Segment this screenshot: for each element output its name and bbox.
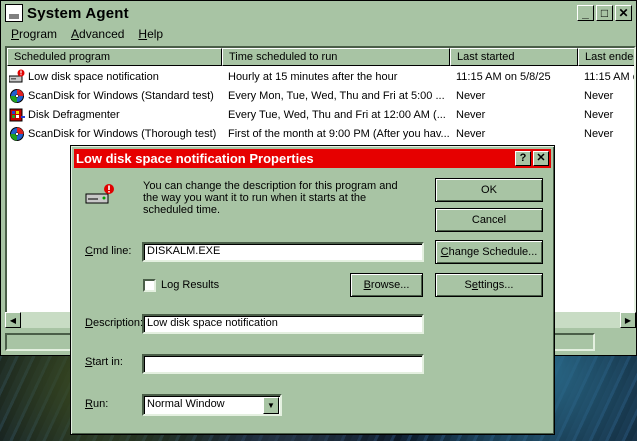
row-program-cell: Disk Defragmenter bbox=[7, 107, 222, 123]
column-last-started[interactable]: Last started bbox=[450, 48, 578, 66]
start-in-input[interactable] bbox=[142, 354, 424, 374]
menu-bar: Program Advanced Help bbox=[3, 24, 634, 44]
row-program-cell: ScanDisk for Windows (Thorough test) bbox=[7, 126, 222, 142]
minimize-button[interactable]: _ bbox=[577, 5, 594, 21]
row-cell: 11:15 AM o bbox=[584, 70, 636, 83]
cmd-line-label: Cmd line: bbox=[85, 245, 132, 257]
row-program-name: ScanDisk for Windows (Standard test) bbox=[28, 89, 214, 102]
row-cell: Never bbox=[456, 89, 486, 102]
scroll-left-button[interactable]: ◀ bbox=[5, 312, 21, 328]
dialog-title: Low disk space notification Properties bbox=[76, 151, 314, 166]
list-rows: Low disk space notification Hourly at 15 … bbox=[7, 67, 636, 143]
run-label: Run: bbox=[85, 398, 109, 410]
table-row[interactable]: Disk Defragmenter Every Tue, Wed, Thu and… bbox=[7, 105, 634, 124]
ok-button[interactable]: OK bbox=[435, 178, 543, 202]
menu-advanced[interactable]: Advanced bbox=[63, 27, 130, 41]
browse-button[interactable]: Browse... bbox=[350, 273, 423, 297]
row-cell: Never bbox=[456, 108, 486, 121]
menu-program[interactable]: Program bbox=[3, 27, 63, 41]
chevron-down-icon[interactable]: ▼ bbox=[263, 397, 279, 414]
row-cell: Every Mon, Tue, Wed, Thu and Fri at 5:00… bbox=[228, 89, 445, 102]
help-button[interactable]: ? bbox=[515, 151, 531, 166]
cancel-button[interactable]: Cancel bbox=[435, 208, 543, 232]
table-row[interactable]: ScanDisk for Windows (Thorough test) Firs… bbox=[7, 124, 634, 143]
window-title: System Agent bbox=[27, 4, 129, 22]
scroll-right-button[interactable]: ▶ bbox=[620, 312, 636, 328]
title-bar[interactable]: System Agent _ □ ✕ bbox=[3, 3, 634, 23]
change-schedule-button[interactable]: Change Schedule... bbox=[435, 240, 543, 264]
close-button[interactable]: ✕ bbox=[615, 5, 632, 21]
column-time-scheduled[interactable]: Time scheduled to run bbox=[222, 48, 450, 66]
description-input[interactable]: Low disk space notification bbox=[142, 314, 424, 334]
run-select-value: Normal Window bbox=[147, 398, 225, 410]
run-select[interactable]: Normal Window ▼ bbox=[142, 394, 282, 416]
row-program-cell: Low disk space notification bbox=[7, 69, 222, 85]
column-scheduled-program[interactable]: Scheduled program bbox=[7, 48, 222, 66]
row-cell: Never bbox=[456, 127, 486, 140]
row-cell: Every Tue, Wed, Thu and Fri at 12:00 AM … bbox=[228, 108, 446, 121]
disk-alert-icon bbox=[8, 69, 25, 85]
start-in-label: Start in: bbox=[85, 356, 123, 368]
row-program-name: ScanDisk for Windows (Thorough test) bbox=[28, 127, 217, 140]
settings-button[interactable]: Settings... bbox=[435, 273, 543, 297]
row-cell: Never bbox=[584, 89, 614, 102]
scandisk-icon bbox=[9, 88, 25, 104]
cmd-line-input[interactable]: DISKALM.EXE bbox=[142, 242, 424, 262]
properties-dialog: Low disk space notification Properties ?… bbox=[70, 145, 555, 435]
dialog-close-button[interactable]: ✕ bbox=[533, 151, 549, 166]
row-cell: First of the month at 9:00 PM (After you… bbox=[228, 127, 450, 140]
info-text: You can change the description for this … bbox=[143, 180, 398, 216]
menu-help[interactable]: Help bbox=[130, 27, 169, 41]
log-results-label: Log Results bbox=[161, 279, 220, 291]
disk-alert-icon bbox=[85, 183, 115, 211]
row-program-name: Disk Defragmenter bbox=[28, 108, 120, 121]
scandisk-icon bbox=[9, 126, 25, 142]
list-header: Scheduled program Time scheduled to run … bbox=[7, 48, 634, 66]
row-program-cell: ScanDisk for Windows (Standard test) bbox=[7, 88, 222, 104]
table-row[interactable]: ScanDisk for Windows (Standard test) Ever… bbox=[7, 86, 634, 105]
log-results-checkbox[interactable] bbox=[143, 279, 156, 292]
table-row[interactable]: Low disk space notification Hourly at 15 … bbox=[7, 67, 636, 86]
column-last-ended[interactable]: Last ended bbox=[578, 48, 634, 66]
row-cell: Hourly at 15 minutes after the hour bbox=[228, 70, 398, 83]
row-cell: Never bbox=[584, 108, 614, 121]
description-label: Description: bbox=[85, 317, 144, 329]
maximize-button[interactable]: □ bbox=[596, 5, 613, 21]
row-cell: Never bbox=[584, 127, 614, 140]
defrag-icon bbox=[9, 107, 25, 123]
row-cell: 11:15 AM on 5/8/25 bbox=[456, 70, 551, 83]
row-program-name: Low disk space notification bbox=[28, 70, 159, 83]
system-agent-app-icon[interactable] bbox=[5, 4, 23, 22]
dialog-title-bar[interactable]: Low disk space notification Properties ?… bbox=[74, 149, 551, 168]
